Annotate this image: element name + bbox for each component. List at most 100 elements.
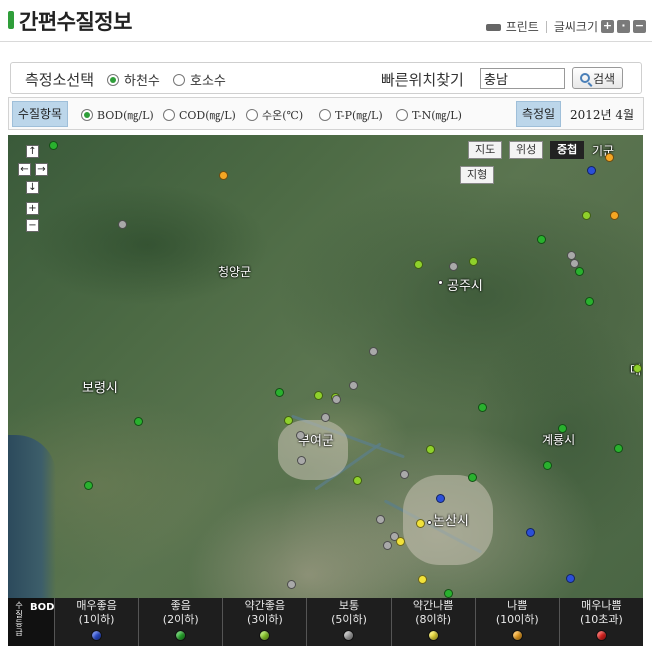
station-marker[interactable] (284, 416, 293, 425)
legend-dot-icon (91, 630, 103, 641)
station-marker[interactable] (469, 257, 478, 266)
station-marker[interactable] (84, 481, 93, 490)
station-marker[interactable] (297, 456, 306, 465)
zoom-out-button[interactable]: − (26, 219, 39, 232)
place-label: 보령시 (82, 381, 118, 396)
station-marker[interactable] (610, 211, 619, 220)
legend-item-label: 보통 (338, 599, 360, 612)
station-marker[interactable] (321, 413, 330, 422)
legend-item-label: 나쁨 (507, 599, 528, 612)
station-marker[interactable] (349, 381, 358, 390)
station-marker[interactable] (400, 470, 409, 479)
print-button[interactable]: 프린트 (506, 18, 539, 35)
param-option-tp[interactable]: T-P(㎎/L) (319, 107, 383, 123)
station-marker[interactable] (353, 476, 362, 485)
station-marker[interactable] (436, 494, 445, 503)
station-marker[interactable] (376, 515, 385, 524)
station-marker[interactable] (633, 364, 642, 373)
legend-item-very-bad: 매우나쁨 (10초과) (558, 598, 643, 646)
map-type-map[interactable]: 지도 (468, 141, 503, 159)
radio-lake[interactable] (173, 73, 185, 86)
legend-item-label: 매우좋음 (76, 599, 117, 612)
radio-tp[interactable] (319, 109, 331, 121)
pan-down-button[interactable]: ↓ (26, 181, 39, 194)
radio-river[interactable] (107, 73, 119, 86)
font-increase-icon[interactable]: + (601, 20, 614, 33)
header-tools: 프린트 글씨크기 + · − (485, 18, 646, 35)
station-marker[interactable] (566, 574, 575, 583)
legend-dot-icon (259, 630, 271, 641)
station-marker[interactable] (314, 391, 323, 400)
printer-icon[interactable] (485, 20, 501, 35)
map-type-terrain[interactable]: 지형 (460, 166, 495, 184)
station-marker[interactable] (543, 461, 552, 470)
param-option-cod[interactable]: COD(㎎/L) (163, 107, 236, 123)
quick-find-input[interactable] (480, 68, 565, 89)
station-marker[interactable] (582, 211, 591, 220)
radio-temp[interactable] (246, 109, 258, 121)
station-marker[interactable] (575, 267, 584, 276)
map-type-hybrid[interactable]: 중첩 (550, 141, 585, 159)
station-marker[interactable] (449, 262, 458, 271)
font-reset-icon[interactable]: · (617, 20, 630, 33)
station-marker[interactable] (605, 153, 614, 162)
station-marker[interactable] (275, 388, 284, 397)
station-marker[interactable] (416, 519, 425, 528)
font-decrease-icon[interactable]: − (633, 20, 646, 33)
station-marker[interactable] (587, 166, 596, 175)
param-option-tn[interactable]: T-N(㎎/L) (396, 107, 462, 123)
station-option-river[interactable]: 하천수 (107, 70, 160, 89)
station-marker[interactable] (537, 235, 546, 244)
radio-cod[interactable] (163, 109, 175, 121)
station-marker[interactable] (558, 424, 567, 433)
legend-dot-icon (511, 630, 523, 641)
map-type-satellite[interactable]: 위성 (509, 141, 544, 159)
station-marker[interactable] (414, 260, 423, 269)
station-marker[interactable] (296, 431, 305, 440)
station-marker[interactable] (426, 445, 435, 454)
pan-left-button[interactable]: ← (18, 163, 31, 176)
station-marker[interactable] (134, 417, 143, 426)
station-marker[interactable] (396, 537, 405, 546)
tool-divider (545, 20, 547, 33)
station-marker[interactable] (468, 473, 477, 482)
radio-bod[interactable] (81, 109, 93, 121)
station-marker[interactable] (444, 589, 453, 598)
station-marker[interactable] (369, 347, 378, 356)
param-option-bod[interactable]: BOD(㎎/L) (81, 107, 154, 123)
place-pin (438, 280, 443, 285)
station-marker[interactable] (418, 575, 427, 584)
station-option-lake[interactable]: 호소수 (173, 70, 226, 89)
station-marker[interactable] (383, 541, 392, 550)
place-label: 청양군 (218, 265, 252, 279)
station-option-river-label: 하천수 (124, 74, 160, 89)
station-marker[interactable] (49, 141, 58, 150)
sea-area (8, 435, 56, 598)
radio-tn[interactable] (396, 109, 408, 121)
station-marker[interactable] (585, 297, 594, 306)
station-marker[interactable] (526, 528, 535, 537)
zoom-in-button[interactable]: + (26, 202, 39, 215)
param-option-temp[interactable]: 수온(℃) (246, 107, 303, 123)
legend-dot-icon (175, 630, 187, 641)
parameter-panel: 수질항목 BOD(㎎/L) COD(㎎/L) 수온(℃) T-P(㎎/L) T-… (8, 97, 644, 130)
station-select-label: 측정소선택 (25, 71, 95, 89)
station-marker[interactable] (287, 580, 296, 589)
legend-item-range: (8이하) (415, 613, 452, 626)
title-accent-bar (8, 11, 14, 29)
station-marker[interactable] (478, 403, 487, 412)
station-marker[interactable] (118, 220, 127, 229)
station-marker[interactable] (219, 171, 228, 180)
legend-dot-icon (595, 630, 607, 641)
legend-item-good: 좋음 (2이하) (138, 598, 222, 646)
station-marker[interactable] (332, 395, 341, 404)
station-marker[interactable] (614, 444, 623, 453)
search-button[interactable]: 검색 (572, 67, 623, 89)
pan-up-button[interactable]: ↑ (26, 145, 39, 158)
parameter-label: 수질항목 (12, 101, 68, 127)
place-label: 논산시 (433, 514, 469, 529)
place-pin (427, 520, 432, 525)
param-option-tn-label: T-N(㎎/L) (412, 109, 462, 122)
map-canvas[interactable]: ↑ ← → ↓ + − 지도 위성 중첩 지형 청양군 공주시 보령시 부여군 … (8, 135, 643, 598)
pan-right-button[interactable]: → (35, 163, 48, 176)
